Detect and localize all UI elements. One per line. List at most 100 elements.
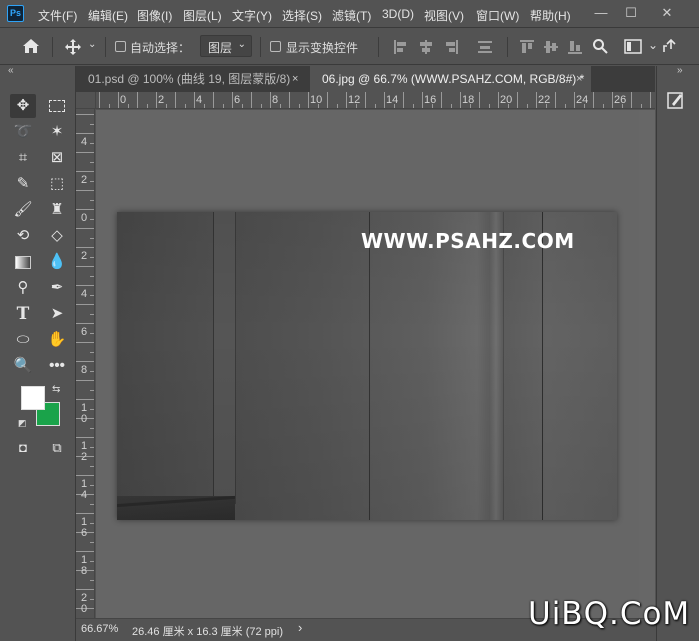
ruler-label: 1 8: [80, 554, 88, 577]
hand-tool-icon[interactable]: ✋: [44, 328, 70, 352]
move-tool-icon[interactable]: ✥: [10, 94, 36, 118]
show-transform-checkbox[interactable]: [270, 41, 281, 52]
ruler-tick: [365, 92, 366, 108]
menu-image[interactable]: 图像(I): [137, 7, 172, 24]
ruler-tick: [336, 104, 338, 108]
type-tool-icon[interactable]: T: [10, 302, 36, 326]
ellipse-tool-icon[interactable]: ⬭: [10, 328, 36, 352]
menu-edit[interactable]: 编辑(E): [88, 7, 128, 24]
foreground-color-swatch[interactable]: [21, 386, 45, 410]
quick-mask-icon[interactable]: ◘: [10, 436, 36, 460]
dodge-tool-icon[interactable]: ⚲: [10, 276, 36, 300]
horizontal-ruler[interactable]: 0 2 4 6 8 10 12 14 16 18 20 22 24 26: [96, 92, 655, 109]
tab-01-psd[interactable]: 01.psd @ 100% (曲线 19, 图层蒙版/8) ×: [76, 66, 308, 92]
move-tool-icon[interactable]: [64, 38, 82, 56]
close-tab-icon[interactable]: ×: [292, 66, 298, 92]
auto-select-checkbox[interactable]: [115, 41, 126, 52]
ruler-tick: [222, 104, 224, 108]
stamp-tool-icon[interactable]: ♜: [44, 198, 70, 222]
tab-06-jpg[interactable]: 06.jpg @ 66.7% (WWW.PSAHZ.COM, RGB/8#) *…: [310, 66, 591, 92]
gradient-tool-icon[interactable]: [10, 250, 36, 274]
more-tools-icon[interactable]: •••: [44, 354, 70, 378]
ruler-label: 6: [234, 94, 241, 106]
status-menu-arrow[interactable]: ›: [298, 620, 302, 635]
tab-label: 01.psd @ 100% (曲线 19, 图层蒙版/8): [88, 72, 291, 86]
ruler-label: 0: [120, 94, 127, 106]
workspace-icon[interactable]: [624, 39, 642, 54]
align-right-icon[interactable]: [443, 39, 459, 55]
menu-type[interactable]: 文字(Y): [232, 7, 272, 24]
menu-file[interactable]: 文件(F): [38, 7, 77, 24]
marquee-tool-icon[interactable]: [44, 94, 70, 118]
options-bar: ⌄ 自动选择： 图层 ⌄ 显示变换控件 ⌄: [0, 29, 699, 65]
brush-tool-icon[interactable]: 🖌: [10, 198, 36, 222]
magic-wand-icon[interactable]: ✶: [44, 120, 70, 144]
properties-icon[interactable]: [666, 90, 686, 110]
align-middle-icon[interactable]: [543, 39, 559, 55]
lasso-tool-icon[interactable]: ➰: [10, 120, 36, 144]
ruler-tick: [99, 92, 100, 108]
ruler-label: 12: [348, 94, 361, 106]
show-transform-label: 显示变换控件: [286, 41, 359, 55]
ruler-tick: [403, 92, 404, 108]
swap-colors-icon[interactable]: ⇆: [52, 384, 60, 395]
ruler-origin[interactable]: [76, 92, 96, 109]
ruler-tick: [76, 114, 94, 115]
document-canvas[interactable]: WWW.PSAHZ.COM: [117, 212, 617, 520]
ruler-tick: [76, 228, 94, 229]
ruler-tick: [602, 104, 604, 108]
history-brush-icon[interactable]: ⟲: [10, 224, 36, 248]
distribute-icon[interactable]: [477, 39, 493, 55]
ruler-label: 4: [80, 288, 88, 300]
patch-tool-icon[interactable]: ⬚: [44, 172, 70, 196]
close-window-button[interactable]: ✕: [652, 2, 682, 24]
menu-view[interactable]: 视图(V): [424, 7, 464, 24]
default-colors-icon[interactable]: ◩: [18, 418, 27, 429]
ruler-tick: [203, 104, 205, 108]
screen-mode-icon[interactable]: ⧉: [44, 436, 70, 460]
align-center-icon[interactable]: [418, 39, 434, 55]
pen-tool-icon[interactable]: ✒: [44, 276, 70, 300]
expand-icon[interactable]: »: [677, 65, 683, 76]
ruler-tick: [90, 256, 94, 258]
eraser-tool-icon[interactable]: ◇: [44, 224, 70, 248]
collapse-icon[interactable]: «: [8, 65, 14, 76]
ruler-label: 1 4: [80, 478, 88, 501]
share-icon[interactable]: [662, 38, 680, 54]
maximize-button[interactable]: ☐: [616, 2, 646, 24]
ruler-tick: [90, 218, 94, 220]
close-tab-icon[interactable]: ×: [576, 66, 582, 92]
blur-tool-icon[interactable]: 💧: [44, 250, 70, 274]
ruler-tick: [460, 92, 461, 108]
align-top-icon[interactable]: [519, 39, 535, 55]
menu-3d[interactable]: 3D(D): [382, 7, 414, 21]
menu-select[interactable]: 选择(S): [282, 7, 322, 24]
search-icon[interactable]: [592, 38, 608, 54]
menu-layer[interactable]: 图层(L): [183, 7, 222, 24]
menu-filter[interactable]: 滤镜(T): [332, 7, 371, 24]
ruler-tick: [76, 247, 94, 248]
home-icon[interactable]: [22, 38, 40, 54]
minimize-button[interactable]: —: [586, 2, 616, 24]
ruler-tick: [450, 104, 452, 108]
zoom-tool-icon[interactable]: 🔍: [10, 354, 36, 378]
vertical-ruler[interactable]: 4 2 0 2 4 6 8 1 0 1 2 1 4 1 6 1 8 2 0: [76, 109, 95, 618]
chevron-down-icon[interactable]: ⌄: [648, 38, 658, 52]
menu-window[interactable]: 窗口(W): [476, 7, 519, 24]
workspace[interactable]: WWW.PSAHZ.COM: [96, 110, 655, 618]
auto-select-dropdown[interactable]: 图层 ⌄: [200, 35, 252, 57]
zoom-level[interactable]: 66.67%: [81, 623, 118, 635]
align-bottom-icon[interactable]: [567, 39, 583, 55]
chevron-down-icon[interactable]: ⌄: [88, 39, 96, 50]
path-selection-icon[interactable]: ➤: [44, 302, 70, 326]
ruler-label: 2: [80, 250, 88, 262]
menu-help[interactable]: 帮助(H): [530, 7, 571, 24]
frame-tool-icon[interactable]: ⊠: [44, 146, 70, 170]
ruler-tick: [564, 104, 566, 108]
canvas-watermark-text: WWW.PSAHZ.COM: [361, 229, 575, 253]
crop-tool-icon[interactable]: ⌗: [10, 146, 36, 170]
ruler-label: 14: [386, 94, 399, 106]
eyedropper-icon[interactable]: ✎: [10, 172, 36, 196]
align-left-icon[interactable]: [393, 39, 409, 55]
site-watermark: UiBQ.CoM: [528, 596, 691, 632]
